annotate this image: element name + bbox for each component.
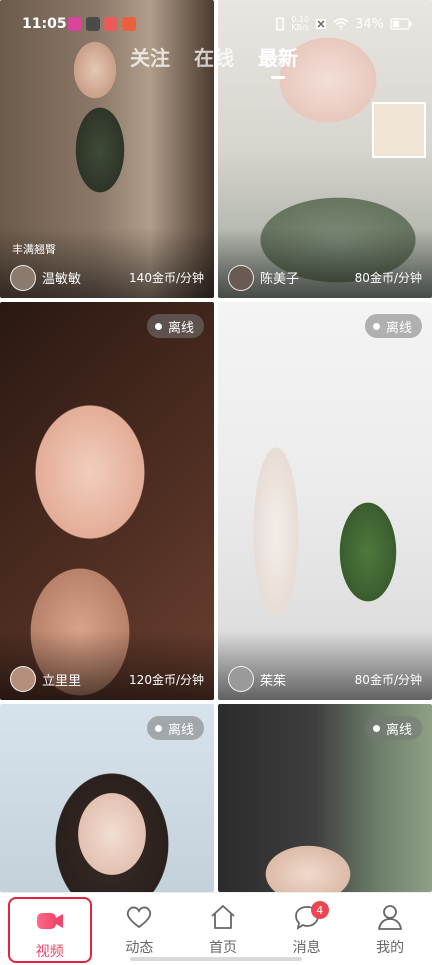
- status-badge: 离线: [146, 314, 204, 338]
- app-notification-icon: [68, 17, 82, 31]
- card-tag: 丰满翘臀: [12, 243, 56, 256]
- battery-icon: [390, 18, 412, 30]
- home-indicator: [130, 957, 302, 961]
- sticker-image: [372, 102, 426, 158]
- app-notification-icon: [122, 17, 136, 31]
- card-name: 茱茱: [260, 674, 287, 689]
- nav-home[interactable]: 首页: [181, 893, 265, 965]
- card-price: 80金币/分钟: [354, 673, 422, 687]
- top-tabs: 关注 在线 最新: [130, 42, 298, 71]
- video-card-6[interactable]: 离线: [218, 704, 432, 892]
- status-badge: 离线: [364, 716, 422, 740]
- nav-video[interactable]: 视频: [8, 897, 92, 963]
- video-card-3[interactable]: 离线 立里里 120金币/分钟: [0, 302, 214, 700]
- no-sim-icon: [316, 19, 327, 29]
- status-dot-icon: [154, 724, 162, 732]
- card-name: 陈美子: [260, 272, 300, 287]
- card-name: 温敏敏: [42, 272, 82, 287]
- status-dot-icon: [372, 724, 380, 732]
- net-speed: 0.10 KB/s: [291, 15, 310, 32]
- battery-percent: 34%: [355, 16, 384, 32]
- status-badge: 离线: [364, 314, 422, 338]
- tab-newest[interactable]: 最新: [258, 42, 298, 71]
- video-card-4[interactable]: 离线 茱茱 80金币/分钟: [218, 302, 432, 700]
- message-count-badge: 4: [310, 901, 329, 919]
- bottom-nav: 视频 动态 首页 4 消息 我的: [0, 892, 432, 965]
- status-bar: 11:05 0.10 KB/s 34%: [0, 0, 432, 44]
- tab-online[interactable]: 在线: [194, 42, 234, 71]
- card-price: 120金币/分钟: [129, 673, 204, 687]
- card-price: 140金币/分钟: [129, 271, 204, 285]
- status-dot-icon: [372, 322, 380, 330]
- nav-label: 动态: [125, 940, 154, 956]
- card-name: 立里里: [42, 674, 82, 689]
- nav-label: 视频: [35, 944, 64, 960]
- vibrate-icon: [276, 17, 285, 31]
- nav-label: 消息: [292, 940, 321, 956]
- wifi-icon: [333, 18, 349, 30]
- video-card-5[interactable]: 离线: [0, 704, 214, 892]
- app-notification-icon: [86, 17, 100, 31]
- heart-icon: [127, 906, 152, 929]
- avatar[interactable]: [10, 265, 36, 291]
- video-camera-icon: [36, 913, 63, 929]
- card-price: 80金币/分钟: [354, 271, 422, 285]
- status-badge: 离线: [146, 716, 204, 740]
- nav-moments[interactable]: 动态: [98, 893, 182, 965]
- nav-profile[interactable]: 我的: [348, 893, 432, 965]
- video-grid: 丰满翘臀 温敏敏 140金币/分钟 陈美子 80金币/分钟 离线 立里里 120…: [0, 0, 432, 892]
- app-notification-icon: [104, 17, 118, 31]
- avatar[interactable]: [228, 666, 254, 692]
- avatar[interactable]: [228, 265, 254, 291]
- nav-label: 首页: [208, 940, 237, 956]
- tab-follow[interactable]: 关注: [130, 42, 170, 71]
- avatar[interactable]: [10, 666, 36, 692]
- nav-messages[interactable]: 4 消息: [265, 893, 349, 965]
- home-icon: [211, 905, 235, 929]
- status-dot-icon: [154, 322, 162, 330]
- nav-label: 我的: [376, 940, 405, 956]
- person-icon: [378, 905, 403, 930]
- status-time: 11:05: [22, 16, 67, 32]
- status-right: 0.10 KB/s 34%: [275, 16, 412, 32]
